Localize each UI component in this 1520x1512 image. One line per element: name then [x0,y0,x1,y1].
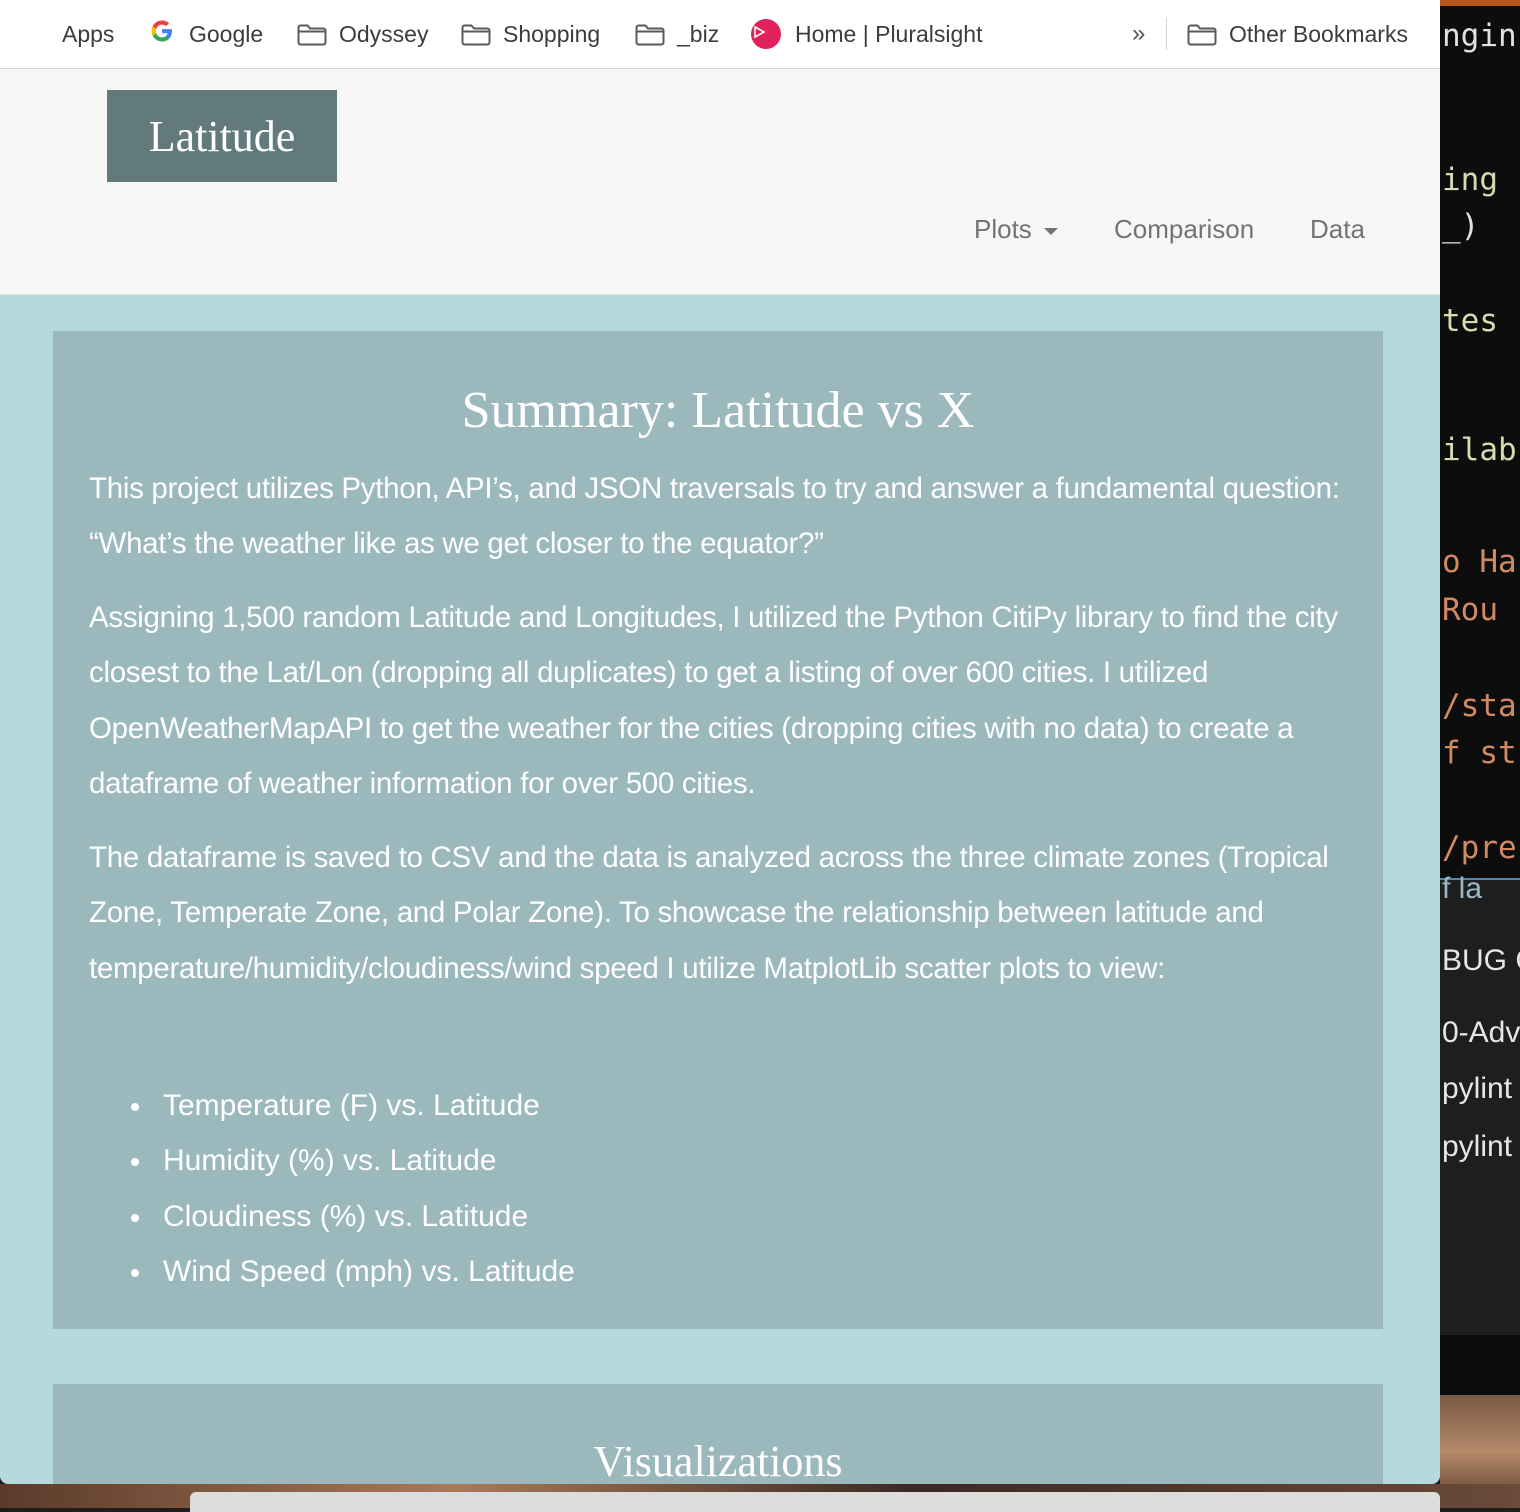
folder-icon [635,24,665,46]
editor-code-line: tes [1442,303,1498,339]
summary-paragraph-3: The dataframe is saved to CSV and the da… [89,841,1329,985]
terminal-line: BUG C [1442,944,1520,977]
bookmark-folder-shopping[interactable]: Shopping [461,0,600,68]
bookmark-label: Odyssey [339,20,429,47]
brand-logo-link[interactable]: Latitude [107,90,337,182]
bookmark-folder-biz[interactable]: _biz [635,0,719,68]
desktop-wallpaper-strip [0,1484,1520,1512]
nav-plots-dropdown[interactable]: Plots [974,214,1058,245]
site-navbar: Latitude Plots Comparison Data [0,69,1440,295]
editor-code-line: Rou [1442,592,1498,628]
background-window-edge [190,1492,1440,1512]
summary-panel: Summary: Latitude vs X This project util… [53,331,1383,1329]
bookmark-label: Home | Pluralsight [795,20,983,47]
bookmarks-overflow-chevron-icon[interactable]: » [1132,0,1145,68]
list-item: Temperature (F) vs. Latitude [128,1078,575,1133]
bookmarks-bar: Apps Google Odyssey Shopping _biz Home |… [0,0,1440,69]
editor-code-line: f la [1442,872,1483,905]
editor-code-line: /sta [1442,688,1517,724]
bookmark-label: Google [189,20,264,47]
apps-grid-icon [22,21,48,47]
nav-data-link[interactable]: Data [1310,214,1365,245]
bookmark-google[interactable]: Google [149,0,263,68]
visualizations-title: Visualizations [593,1437,843,1484]
list-item: Humidity (%) vs. Latitude [128,1133,575,1188]
folder-icon [1187,24,1217,46]
visualizations-panel: Visualizations [53,1384,1383,1484]
summary-paragraph-2: Assigning 1,500 random Latitude and Long… [89,601,1338,800]
pluralsight-icon [751,19,781,49]
terminal-line: pylint [1442,1130,1513,1163]
nav-comparison-link[interactable]: Comparison [1114,214,1254,245]
plot-list: Temperature (F) vs. Latitude Humidity (%… [128,1078,575,1299]
nav-plots-label: Plots [974,214,1032,244]
google-icon [149,18,175,50]
list-item: Wind Speed (mph) vs. Latitude [128,1244,575,1299]
terminal-line: 0-Adv [1442,1016,1520,1049]
summary-title: Summary: Latitude vs X [461,382,975,439]
editor-code-line: /pre [1442,830,1517,866]
background-editor-window: ngin ing _) tes ilab o Ha Rou /sta f st … [1440,0,1520,1508]
editor-code-line: _) [1442,208,1480,244]
summary-paragraph-1: This project utilizes Python, API’s, and… [89,472,1340,561]
editor-terminal-panel: f la BUG C 0-Adv pylint pylint [1440,872,1520,1337]
folder-icon [461,24,491,46]
editor-code-line: o Ha [1442,544,1517,580]
bookmark-label: _biz [677,20,720,47]
list-item: Cloudiness (%) vs. Latitude [128,1189,575,1244]
caret-down-icon [1043,227,1058,235]
browser-window: Apps Google Odyssey Shopping _biz Home |… [0,0,1440,1484]
terminal-line: pylint [1442,1072,1513,1105]
editor-code-line: ing [1442,162,1498,198]
bookmarks-divider [1166,18,1167,50]
bookmark-other-bookmarks[interactable]: Other Bookmarks [1187,0,1408,68]
editor-code-line: ilab [1442,432,1517,468]
bookmark-label: Shopping [503,20,601,47]
editor-tab-accent [1440,0,1520,6]
folder-icon [297,24,327,46]
bookmark-pluralsight[interactable]: Home | Pluralsight [751,0,983,68]
bookmark-label: Other Bookmarks [1229,20,1408,47]
bookmark-apps[interactable]: Apps [22,0,114,68]
bookmark-folder-odyssey[interactable]: Odyssey [297,0,428,68]
editor-code-line: ngin [1442,18,1517,54]
bookmark-label: Apps [62,20,115,47]
editor-code-line: f st [1442,735,1517,771]
